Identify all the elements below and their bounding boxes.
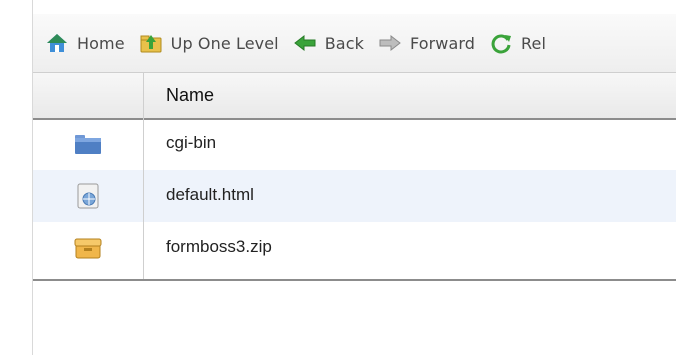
zip-archive-icon	[74, 238, 102, 259]
back-button[interactable]: Back	[293, 32, 364, 54]
file-row-formboss3-zip[interactable]: formboss3.zip	[33, 222, 676, 274]
column-divider	[143, 73, 144, 281]
name-column-header[interactable]: Name	[166, 85, 214, 106]
reload-icon	[491, 34, 512, 54]
up-one-level-button[interactable]: Up One Level	[139, 32, 279, 54]
file-list-bottom-border	[33, 279, 676, 281]
html-file-icon	[77, 183, 99, 209]
forward-label: Forward	[409, 33, 476, 53]
file-row-icon-cell	[33, 222, 143, 274]
home-label: Home	[77, 33, 125, 53]
file-manager-window: Home Up One Level Back Forward Rel Name …	[0, 0, 676, 355]
up-one-level-label: Up One Level	[170, 33, 279, 53]
home-icon	[47, 34, 67, 52]
reload-button[interactable]: Rel	[489, 32, 546, 54]
file-list: Name cgi-bin default.html formboss3.zip	[33, 72, 676, 356]
up-folder-icon	[140, 35, 162, 53]
file-name: default.html	[166, 185, 254, 204]
file-list-header: Name	[33, 73, 676, 120]
folder-icon	[75, 135, 101, 154]
back-arrow-icon	[293, 34, 316, 52]
reload-label: Rel	[521, 33, 547, 53]
file-row-icon-cell	[33, 118, 143, 170]
file-row-icon-cell	[33, 170, 143, 222]
forward-button[interactable]: Forward	[378, 32, 475, 54]
file-row-cgi-bin[interactable]: cgi-bin	[33, 118, 676, 170]
home-button[interactable]: Home	[45, 32, 125, 54]
back-label: Back	[324, 33, 364, 53]
toolbar: Home Up One Level Back Forward Rel	[33, 14, 676, 72]
file-name: cgi-bin	[166, 133, 217, 152]
file-row-default-html[interactable]: default.html	[33, 170, 676, 222]
file-name: formboss3.zip	[166, 237, 272, 256]
forward-arrow-icon	[379, 34, 401, 52]
